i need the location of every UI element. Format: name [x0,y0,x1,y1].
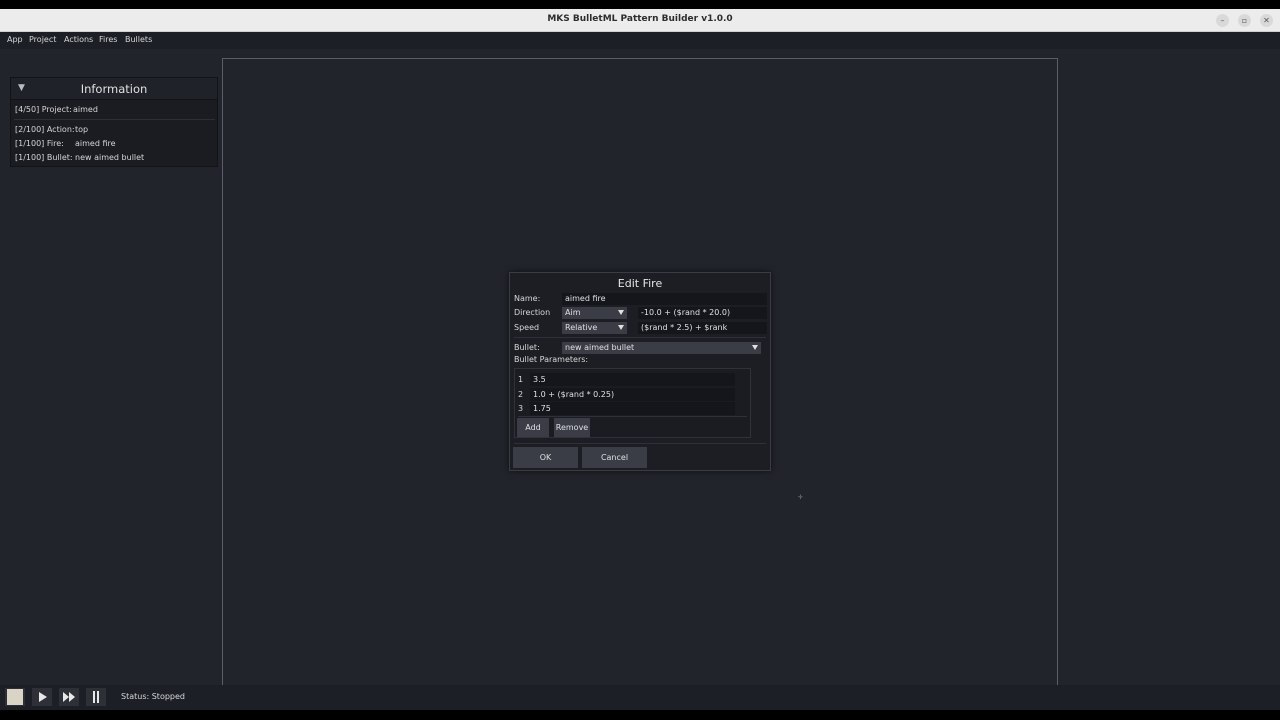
list-item: 3 1.75 [515,402,751,415]
dialog-title: Edit Fire [617,277,663,290]
minimize-icon[interactable]: – [1216,14,1229,27]
bullet-label: Bullet: [514,343,540,352]
remove-param-button[interactable]: Remove [554,418,590,437]
direction-expression-field[interactable]: -10.0 + ($rand * 20.0) [638,307,767,319]
info-bullet-row: [1/100] Bullet: new aimed bullet [15,153,144,162]
info-bullet-value: new aimed bullet [75,153,145,162]
screen-top-border [0,0,1280,9]
status-bar: Status: Stopped [0,685,1280,710]
cancel-button[interactable]: Cancel [582,447,647,468]
menu-actions[interactable]: Actions [64,35,93,44]
bullet-select-value: new aimed bullet [565,343,635,352]
divider [514,443,766,444]
name-label: Name: [514,294,541,303]
screen-bottom-border [0,710,1280,720]
chevron-down-icon [618,325,624,330]
info-action-label: [2/100] Action: [15,125,75,134]
direction-label: Direction [514,308,551,317]
param-value-field[interactable]: 1.0 + ($rand * 0.25) [530,388,735,401]
fast-forward-icon [69,692,75,702]
info-project-row: [4/50] Project: aimed [15,105,98,114]
fast-forward-button[interactable] [59,688,79,706]
restore-icon[interactable]: ▫ [1238,14,1251,27]
list-item: 2 1.0 + ($rand * 0.25) [515,388,751,401]
divider [14,119,215,120]
menu-fires[interactable]: Fires [99,35,117,44]
bullet-parameters-list: 1 3.5 2 1.0 + ($rand * 0.25) 3 1.75 Add … [514,368,751,438]
bullet-select[interactable]: new aimed bullet [562,342,761,354]
pause-icon [93,691,95,703]
direction-type-select[interactable]: Aim [562,307,627,319]
play-icon [39,692,47,702]
add-param-button[interactable]: Add [517,418,549,437]
param-index: 1 [518,375,524,384]
play-button[interactable] [32,688,52,706]
speed-type-value: Relative [565,323,598,332]
info-fire-label: [1/100] Fire: [15,139,64,148]
bullet-parameters-label: Bullet Parameters: [514,355,589,364]
info-project-value: aimed [73,105,98,114]
param-value-field[interactable]: 3.5 [530,373,735,386]
window-titlebar: MKS BulletML Pattern Builder v1.0.0 – ▫ … [0,9,1280,32]
app-window: App Project Actions Fires Bullets ▼ Info… [0,32,1280,710]
information-panel: ▼ Information [4/50] Project: aimed [2/1… [10,77,218,167]
speed-label: Speed [514,323,540,332]
list-item: 1 3.5 [515,373,751,386]
name-field[interactable]: aimed fire [562,293,767,305]
info-fire-value: aimed fire [75,139,116,148]
information-title: Information [80,82,148,96]
chevron-down-icon [752,345,758,350]
info-action-value: top [75,125,89,134]
menubar: App Project Actions Fires Bullets [0,32,1280,49]
pause-icon [97,691,99,703]
information-header[interactable]: ▼ Information [11,78,217,100]
ok-button[interactable]: OK [513,447,578,468]
chevron-down-icon [618,310,624,315]
param-index: 3 [518,404,524,413]
direction-type-value: Aim [565,308,581,317]
info-fire-row: [1/100] Fire: aimed fire [15,139,116,148]
menu-app[interactable]: App [7,35,23,44]
divider [518,416,747,417]
status-text: Status: Stopped [121,692,185,701]
stop-button[interactable] [5,688,25,706]
menu-project[interactable]: Project [29,35,56,44]
window-title: MKS BulletML Pattern Builder v1.0.0 [547,14,733,24]
stop-icon [7,689,23,705]
crosshair-cursor-icon: ✛ [798,494,804,501]
speed-type-select[interactable]: Relative [562,322,627,334]
info-action-row: [2/100] Action: top [15,125,88,134]
close-icon[interactable]: ✕ [1260,14,1273,27]
info-bullet-label: [1/100] Bullet: [15,153,73,162]
speed-expression-field[interactable]: ($rand * 2.5) + $rank [638,322,767,334]
info-project-label: [4/50] Project: [15,105,72,114]
pause-button[interactable] [86,688,106,706]
edit-fire-dialog: Edit Fire Name: aimed fire Direction Aim… [509,272,771,471]
param-index: 2 [518,390,524,399]
param-value-field[interactable]: 1.75 [530,402,735,415]
menu-bullets[interactable]: Bullets [125,35,152,44]
divider [514,337,766,338]
